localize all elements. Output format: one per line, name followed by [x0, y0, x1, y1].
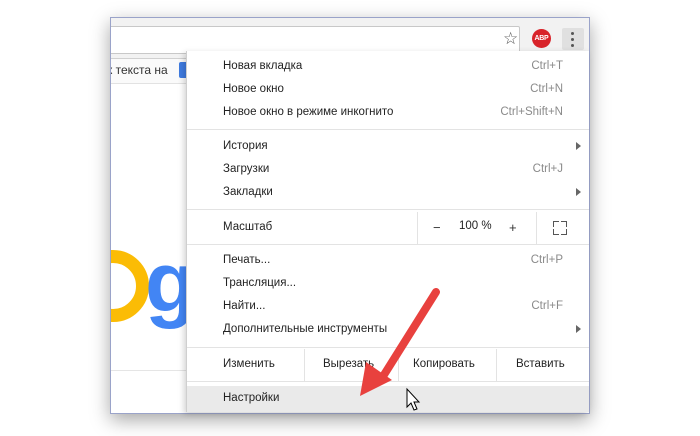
annotation-arrow: [378, 288, 440, 382]
mouse-cursor-icon: [406, 387, 421, 411]
annotation-overlay: [360, 288, 440, 411]
